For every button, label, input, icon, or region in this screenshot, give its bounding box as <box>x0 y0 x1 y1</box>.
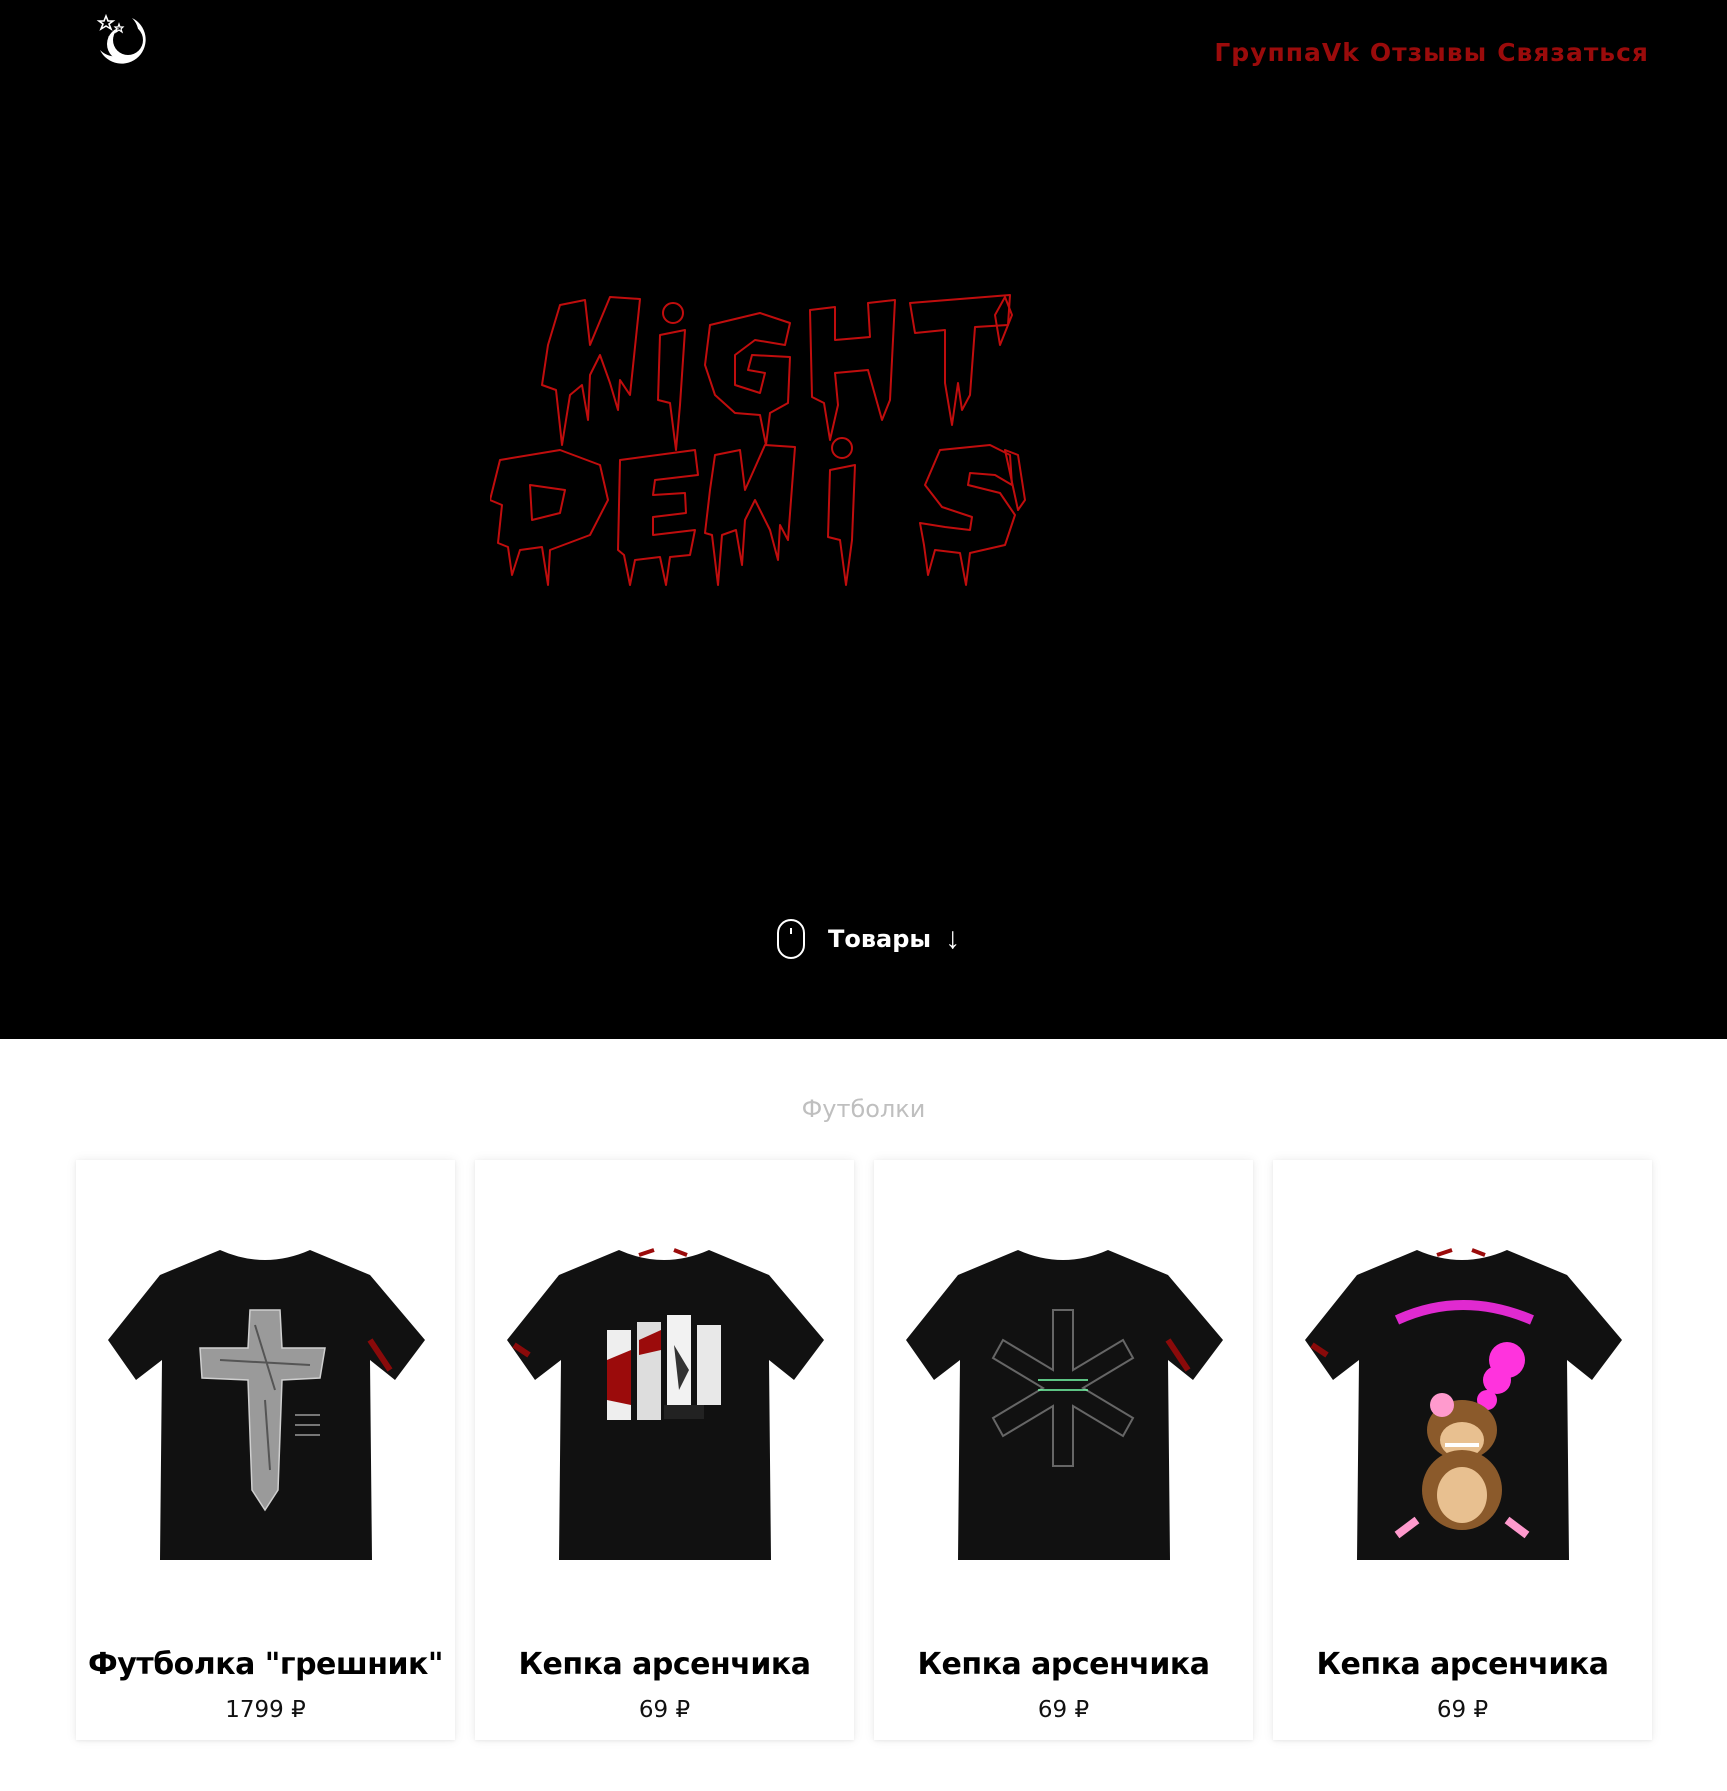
product-price: 69 ₽ <box>1436 1697 1489 1723</box>
moon-logo-icon[interactable] <box>88 10 158 80</box>
product-name[interactable]: Кепка арсенчика <box>1273 1647 1652 1682</box>
nav-link-reviews[interactable]: Отзывы <box>1370 38 1487 67</box>
nav-link-vk-group[interactable]: ГруппаVk <box>1214 38 1360 67</box>
products-scroll-link[interactable]: Товары ↓ <box>776 918 960 960</box>
product-name[interactable]: Футболка "грешник" <box>76 1647 455 1682</box>
nav-link-contact[interactable]: Связаться <box>1497 38 1649 67</box>
praying-hands-tshirt-image <box>507 1248 824 1560</box>
smoke-clinic-monkey-tshirt-image <box>1305 1248 1622 1560</box>
product-name[interactable]: Кепка арсенчика <box>475 1647 854 1682</box>
product-price: 69 ₽ <box>638 1697 691 1723</box>
cross-tshirt-image <box>108 1250 425 1560</box>
top-nav: ГруппаVk Отзывы Связаться <box>1214 38 1649 67</box>
hero-section: ГруппаVk Отзывы Связаться Товары ↓ <box>0 0 1727 1039</box>
product-name[interactable]: Кепка арсенчика <box>874 1647 1253 1682</box>
section-title: Футболки <box>801 1095 926 1123</box>
product-card[interactable]: Кепка арсенчика 69 ₽ <box>1273 1160 1652 1740</box>
product-price: 1799 ₽ <box>225 1697 306 1723</box>
product-price: 69 ₽ <box>1037 1697 1090 1723</box>
night-denis-logo <box>490 294 1026 586</box>
product-card[interactable]: Кепка арсенчика 69 ₽ <box>475 1160 854 1740</box>
product-card[interactable]: Кепка арсенчика 69 ₽ <box>874 1160 1253 1740</box>
mouse-scroll-icon <box>777 919 805 959</box>
arrow-down-icon: ↓ <box>945 922 961 955</box>
product-grid: Футболка "грешник" 1799 ₽ Кепка арсенчик… <box>76 1160 1652 1740</box>
asterisk-tshirt-image <box>906 1250 1223 1560</box>
products-link-label: Товары <box>828 925 932 953</box>
product-card[interactable]: Футболка "грешник" 1799 ₽ <box>76 1160 455 1740</box>
